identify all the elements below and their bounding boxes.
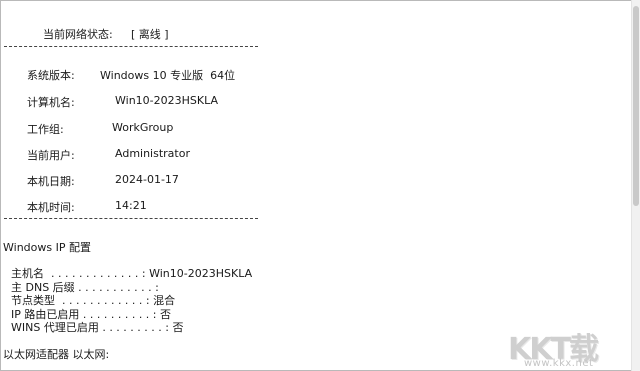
- ethernet-adapter-heading: 以太网适配器 以太网:: [3, 348, 110, 361]
- network-status-label: 当前网络状态:: [43, 28, 113, 41]
- scrollbar-thumb[interactable]: [633, 6, 639, 206]
- system-version-label: 系统版本:: [27, 69, 75, 82]
- separator-top: [4, 46, 258, 47]
- local-time-value: 14:21: [115, 199, 147, 212]
- current-user-value: Administrator: [115, 147, 190, 160]
- ip-config-title: Windows IP 配置: [3, 241, 91, 254]
- computer-name-value: Win10-2023HSKLA: [115, 94, 218, 107]
- local-time-label: 本机时间:: [27, 201, 75, 214]
- workgroup-label: 工作组:: [27, 123, 64, 136]
- current-user-label: 当前用户:: [27, 149, 75, 162]
- network-status-value: [ 离线 ]: [131, 28, 169, 41]
- workgroup-value: WorkGroup: [112, 121, 174, 134]
- ip-line-wins-proxy: WINS 代理已启用 . . . . . . . . . : 否: [11, 321, 184, 334]
- local-date-label: 本机日期:: [27, 175, 75, 188]
- vertical-scrollbar[interactable]: [631, 0, 640, 371]
- local-date-value: 2024-01-17: [115, 173, 179, 186]
- separator-bottom: [4, 218, 258, 219]
- computer-name-label: 计算机名:: [27, 96, 75, 109]
- system-version-value: Windows 10 专业版 64位: [100, 69, 236, 82]
